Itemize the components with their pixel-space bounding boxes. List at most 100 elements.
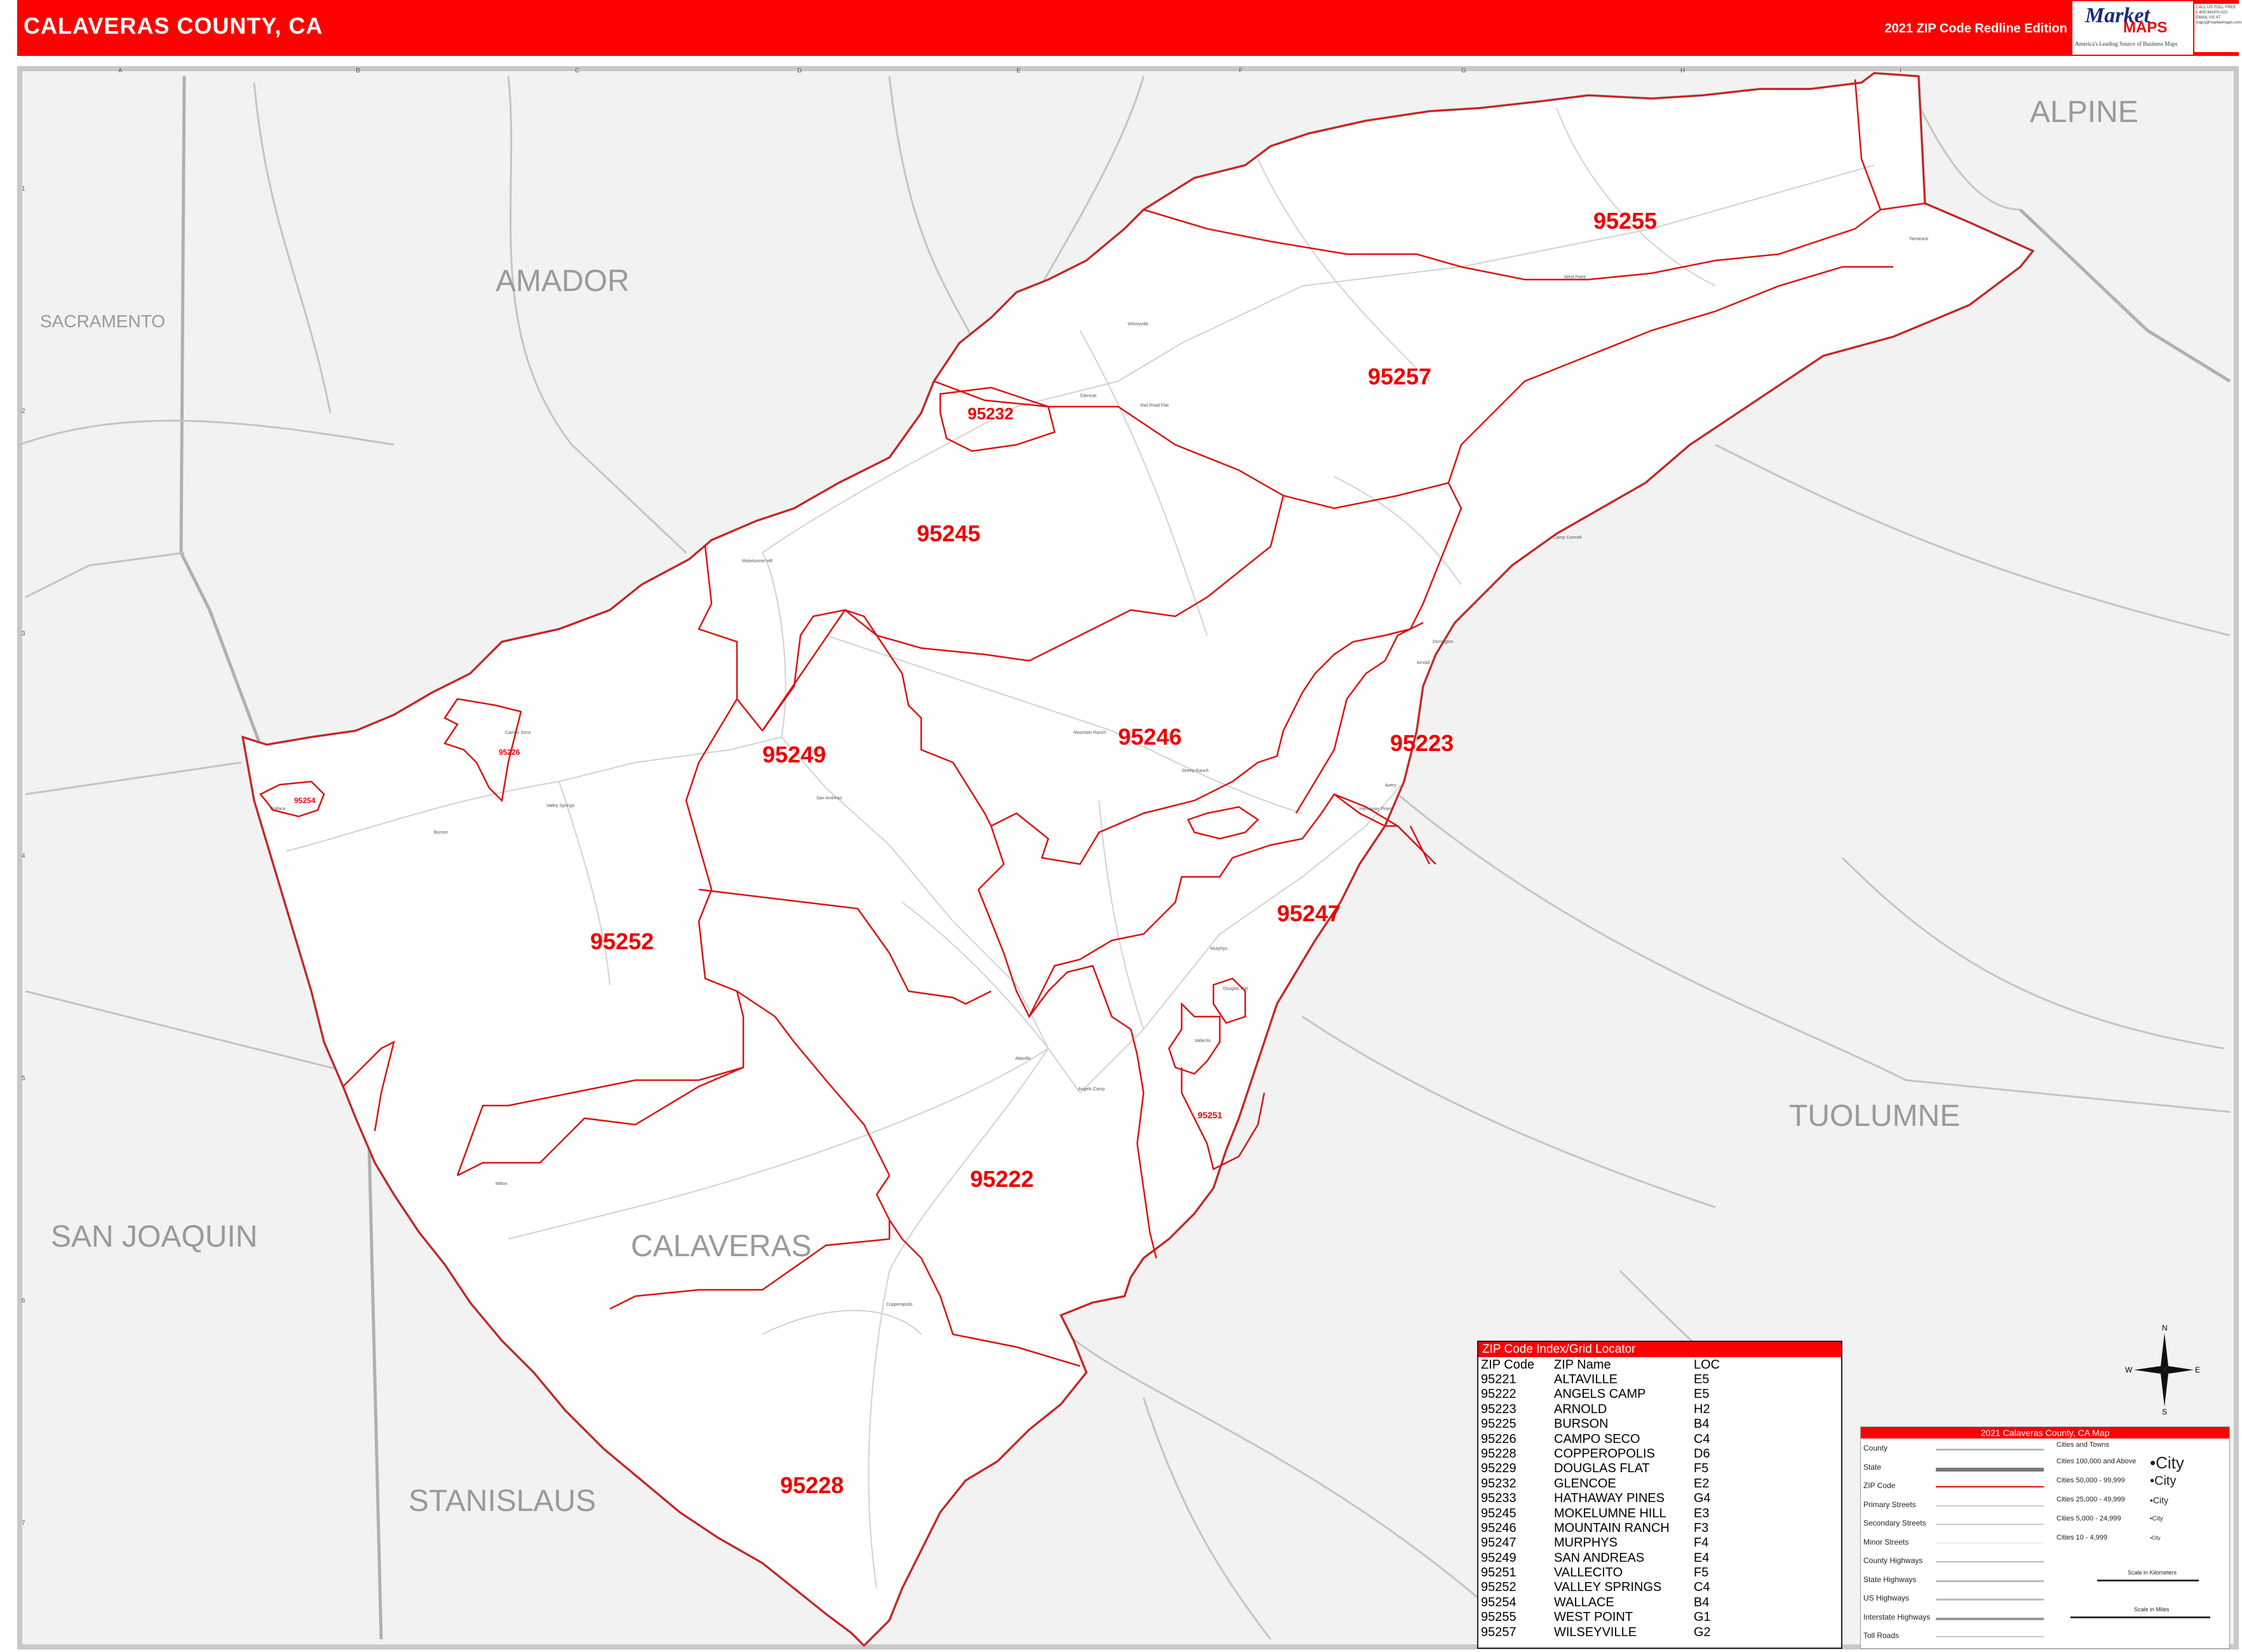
zip-name-cell: BURSON	[1554, 1417, 1609, 1432]
legend-item-label: Minor Streets	[1863, 1537, 1909, 1547]
place-label: West Point	[1564, 275, 1586, 280]
zip-loc-cell: G2	[1694, 1625, 1711, 1639]
place-label: Wilseyville	[1128, 322, 1149, 327]
zip-index-col-name: ZIP Name	[1554, 1358, 1611, 1372]
legend-item-swatch	[1936, 1580, 2044, 1582]
zip-loc-cell: E3	[1694, 1506, 1710, 1520]
zip-index-row: 95249 SAN ANDREAS E4	[1478, 1551, 1841, 1566]
zip-index-row: 95233 HATHAWAY PINES G4	[1478, 1491, 1841, 1506]
legend-item-swatch	[1936, 1467, 2044, 1472]
legend-item-label: State	[1863, 1462, 1882, 1472]
legend-city-sample: •City	[2150, 1474, 2177, 1488]
county-label-alpine: ALPINE	[2030, 95, 2138, 129]
place-label: Murphys	[1210, 947, 1227, 951]
zip-index-header-row: ZIP Code ZIP Name LOC	[1478, 1357, 1841, 1372]
place-label: Tamarack	[1909, 237, 1929, 241]
place-label: Copperopolis	[886, 1303, 913, 1307]
zip-loc-cell: G1	[1694, 1610, 1711, 1625]
legend-item-label: Interstate Highways	[1863, 1612, 1931, 1622]
grid-col-label: C	[575, 67, 579, 74]
zip-code-cell: 95254	[1481, 1595, 1516, 1609]
zip-loc-cell: D6	[1694, 1446, 1710, 1461]
zip-label-95247: 95247	[1277, 900, 1340, 926]
zip-code-cell: 95233	[1481, 1491, 1516, 1506]
zip-name-cell: WALLACE	[1554, 1595, 1614, 1609]
place-label: Mokelumne Hill	[742, 559, 773, 564]
legend-title: 2021 Calaveras County, CA Map	[1861, 1427, 2229, 1439]
grid-col-label: G	[1461, 67, 1466, 74]
legend-item-label: US Highways	[1863, 1594, 1910, 1602]
place-label: Camp Connell	[1553, 536, 1582, 540]
zip-label-95251: 95251	[1198, 1110, 1222, 1120]
zip-code-cell: 95257	[1481, 1625, 1516, 1639]
zip-index-rows: 95221 ALTAVILLE E5 95222 ANGELS CAMP E5 95223 A…	[1478, 1372, 1841, 1640]
county-label-calaveras: CALAVERAS	[631, 1229, 812, 1263]
zip-loc-cell: E2	[1694, 1476, 1710, 1491]
legend-city-sample: •City	[2150, 1453, 2184, 1472]
compass-s: S	[2162, 1407, 2167, 1416]
place-label: Burson	[434, 830, 448, 835]
zip-loc-cell: B4	[1694, 1595, 1710, 1609]
legend-city-size-label: Cities 5,000 - 24,999	[2056, 1515, 2121, 1522]
legend-city-size-label: Cities 50,000 - 99,999	[2056, 1477, 2125, 1484]
zip-loc-cell: F3	[1694, 1520, 1709, 1535]
legend-item-swatch	[1936, 1505, 2044, 1506]
zip-index-row: 95223 ARNOLD H2	[1478, 1402, 1841, 1417]
county-label-amador: AMADOR	[496, 264, 630, 298]
zip-index-row: 95247 MURPHYS F4	[1478, 1536, 1841, 1550]
place-label: San Andreas	[816, 796, 842, 801]
grid-col-label: H	[1680, 67, 1685, 74]
zip-loc-cell: C4	[1694, 1432, 1710, 1446]
compass-n: N	[2162, 1324, 2168, 1332]
zip-loc-cell: E5	[1694, 1372, 1710, 1386]
legend-item-label: Secondary Streets	[1863, 1519, 1926, 1527]
zip-name-cell: ANGELS CAMP	[1554, 1387, 1646, 1402]
grid-row-label: 2	[22, 408, 25, 415]
zip-name-cell: VALLEY SPRINGS	[1554, 1580, 1662, 1595]
zip-code-cell: 95247	[1481, 1536, 1516, 1550]
compass-e: E	[2195, 1365, 2200, 1374]
zip-index-row: 95222 ANGELS CAMP E5	[1478, 1387, 1841, 1402]
zip-label-95252: 95252	[590, 928, 654, 954]
zip-index-row: 95255 WEST POINT G1	[1478, 1610, 1841, 1625]
legend-item-label: County Highways	[1863, 1556, 1923, 1565]
legend-item-label: Primary Streets	[1863, 1500, 1916, 1509]
legend-item-swatch	[1936, 1561, 2044, 1562]
place-label: Angels Camp	[1078, 1087, 1105, 1092]
grid-col-label: D	[797, 67, 802, 74]
zip-label-95254: 95254	[294, 796, 316, 805]
county-label-san-joaquin: SAN JOAQUIN	[51, 1220, 257, 1254]
grid-col-label: I	[1900, 67, 1901, 74]
zip-loc-cell: H2	[1694, 1402, 1710, 1416]
zip-index-row: 95225 BURSON B4	[1478, 1417, 1841, 1432]
zip-code-cell: 95226	[1481, 1432, 1516, 1446]
zip-code-cell: 95249	[1481, 1550, 1516, 1565]
legend-item-label: Toll Roads	[1863, 1631, 1900, 1640]
map-canvas[interactable]: A B C D E F G H I 1 2 3 4 5 6 7 SACRAMEN…	[0, 0, 2242, 1652]
legend-item-swatch	[1936, 1617, 2044, 1620]
legend-item-swatch	[1936, 1524, 2044, 1525]
legend-item-swatch	[1936, 1486, 2044, 1487]
zip-index-row: 95228 COPPEROPOLIS D6	[1478, 1447, 1841, 1461]
zip-index-row: 95226 CAMPO SECO C4	[1478, 1432, 1841, 1447]
compass-rose-icon: N S E W	[2125, 1324, 2200, 1416]
legend-item-swatch	[1936, 1636, 2044, 1637]
zip-loc-cell: B4	[1694, 1417, 1710, 1432]
zip-name-cell: MURPHYS	[1554, 1536, 1618, 1550]
zip-name-cell: WEST POINT	[1554, 1610, 1633, 1625]
legend-item-label: ZIP Code	[1863, 1481, 1896, 1490]
zip-index-table: ZIP Code Index/Grid Locator ZIP Code ZIP…	[1477, 1341, 1842, 1649]
zip-index-row: 95232 GLENCOE E2	[1478, 1477, 1841, 1491]
grid-row-label: 1	[22, 186, 25, 193]
grid-col-label: E	[1016, 67, 1021, 74]
zip-label-95245: 95245	[917, 520, 980, 546]
scale-km-label: Scale in Kilometers	[2128, 1569, 2177, 1576]
map-legend: 2021 Calaveras County, CA Map County Stat…	[1860, 1426, 2230, 1649]
zip-name-cell: VALLECITO	[1554, 1566, 1623, 1580]
legend-city-size-label: Cities 10 - 4,999	[2056, 1534, 2108, 1541]
zip-index-row: 95257 WILSEYVILLE G2	[1478, 1625, 1841, 1640]
zip-label-95249: 95249	[762, 741, 826, 768]
legend-cities-header: Cities and Towns	[2056, 1441, 2109, 1449]
zip-name-cell: COPPEROPOLIS	[1554, 1446, 1655, 1461]
legend-city-sample: •City	[2150, 1515, 2163, 1522]
